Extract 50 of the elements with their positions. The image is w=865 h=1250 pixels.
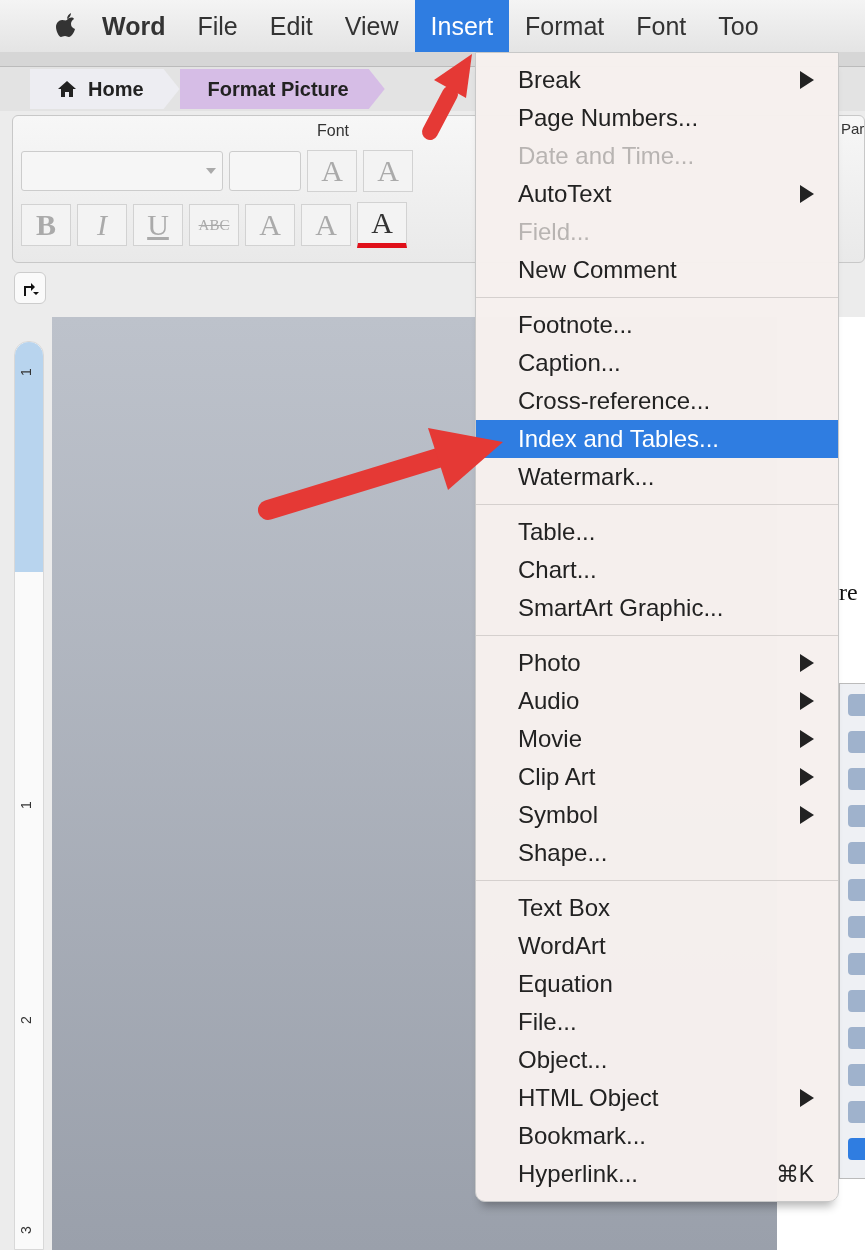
menu-item[interactable]: Caption...	[476, 344, 838, 382]
menu-item[interactable]: Audio	[476, 682, 838, 720]
menu-item[interactable]: File...	[476, 1003, 838, 1041]
paragraph-button[interactable]	[14, 272, 46, 304]
dropdown-caret-icon	[206, 168, 216, 174]
menu-item[interactable]: Table...	[476, 513, 838, 551]
ribbon-tab[interactable]: Format Picture	[179, 69, 385, 109]
menu-bar-item[interactable]: Word	[86, 0, 182, 52]
document-text: re	[839, 579, 858, 606]
menu-item[interactable]: Equation	[476, 965, 838, 1003]
menu-item[interactable]: Shape...	[476, 834, 838, 872]
menu-bar-item[interactable]: Edit	[253, 0, 329, 52]
menu-item[interactable]: SmartArt Graphic...	[476, 589, 838, 627]
turn-arrow-icon	[21, 280, 39, 296]
menu-item[interactable]: Footnote...	[476, 306, 838, 344]
menu-item[interactable]: Photo	[476, 644, 838, 682]
ruler-number: 1	[17, 368, 34, 376]
menu-item[interactable]: Hyperlink... ⌘K	[476, 1155, 838, 1193]
menu-bar-item[interactable]: Format	[509, 0, 621, 52]
menu-bar-item[interactable]: Insert	[414, 0, 510, 52]
menu-item[interactable]: Index and Tables...	[476, 420, 838, 458]
menu-bar-item[interactable]: View	[328, 0, 415, 52]
menu-item[interactable]: Symbol	[476, 796, 838, 834]
menu-item[interactable]: Movie	[476, 720, 838, 758]
menu-item[interactable]: Watermark...	[476, 458, 838, 496]
ruler-number: 3	[17, 1226, 34, 1234]
menu-item[interactable]: Clip Art	[476, 758, 838, 796]
menu-item[interactable]: HTML Object	[476, 1079, 838, 1117]
menu-item[interactable]: Chart...	[476, 551, 838, 589]
group-label: Par	[841, 120, 865, 137]
menu-item[interactable]: Object...	[476, 1041, 838, 1079]
menu-bar-item[interactable]: Too	[702, 0, 775, 52]
menu-item[interactable]: Text Box	[476, 889, 838, 927]
home-icon	[58, 81, 76, 97]
menu-item[interactable]: Page Numbers...	[476, 99, 838, 137]
menu-bar-item[interactable]: Font	[620, 0, 703, 52]
menu-item[interactable]: Cross-reference...	[476, 382, 838, 420]
menu-item[interactable]: Bookmark...	[476, 1117, 838, 1155]
menu-item[interactable]: Break	[476, 61, 838, 99]
ruler-number: 1	[17, 801, 34, 809]
menu-bar-item[interactable]: File	[181, 0, 254, 52]
ruler-number: 2	[17, 1016, 34, 1024]
ribbon-tab[interactable]: Home	[30, 69, 180, 109]
format-button[interactable]: A	[357, 202, 407, 248]
menu-item[interactable]: AutoText	[476, 175, 838, 213]
apple-logo-icon[interactable]	[56, 13, 78, 39]
menu-item[interactable]: New Comment	[476, 251, 838, 289]
font-size-field[interactable]	[229, 151, 301, 191]
font-name-field[interactable]	[21, 151, 223, 191]
menu-item[interactable]: WordArt	[476, 927, 838, 965]
